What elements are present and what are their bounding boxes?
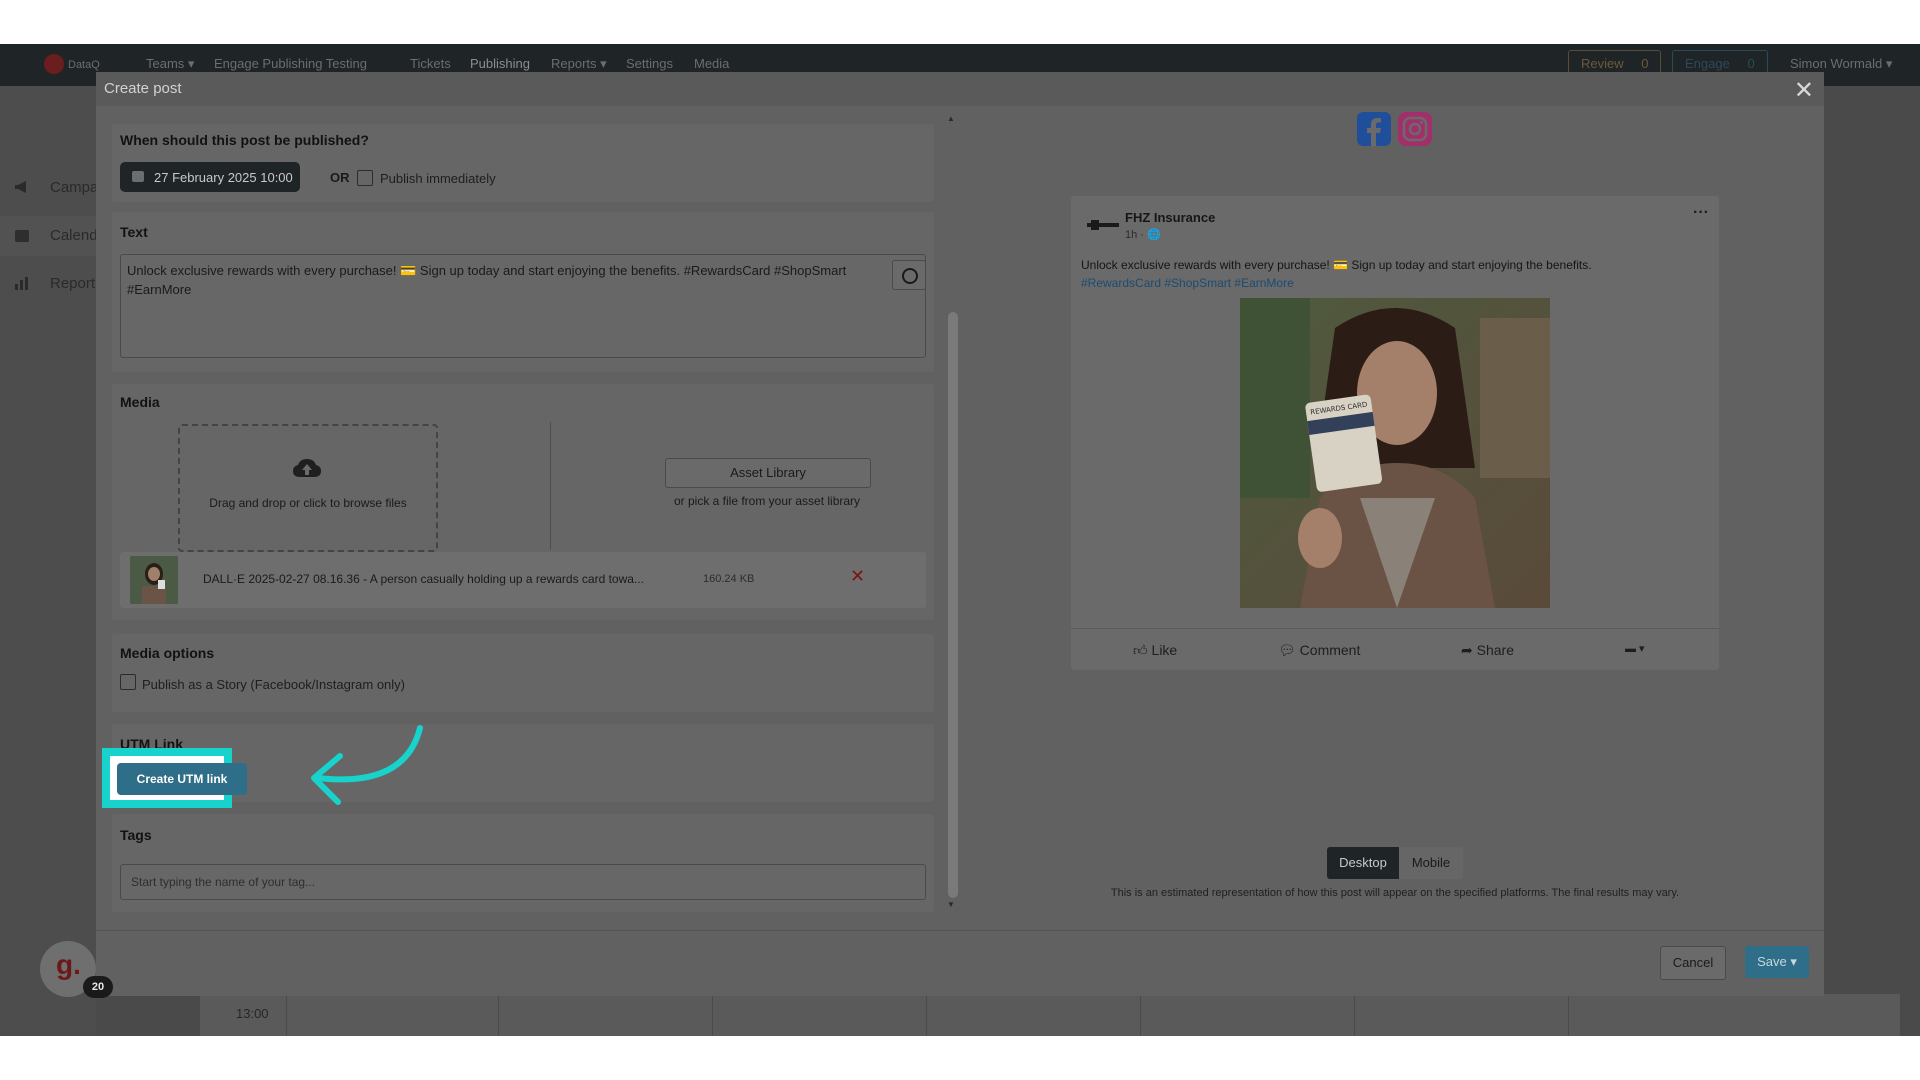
comment-label: Comment (1299, 642, 1361, 658)
file-size: 160.24 KB (703, 573, 755, 585)
create-post-modal: Create post ✕ When should this post be p… (96, 72, 1824, 996)
cloud-upload-icon (293, 459, 321, 477)
scroll-down-arrow-icon[interactable]: ▼ (947, 900, 955, 909)
text-title: Text (120, 224, 148, 240)
nav-media[interactable]: Media (694, 56, 729, 71)
nav-teams[interactable]: Teams ▾ (146, 56, 194, 72)
comment-button[interactable]: 💬︎ Comment (1278, 642, 1360, 659)
text-section: Text (112, 212, 934, 372)
modal-header: Create post ✕ (96, 72, 1824, 106)
or-label: OR (330, 170, 350, 185)
chat-widget-logo: g. (56, 949, 81, 980)
scroll-up-arrow-icon[interactable]: ▲ (947, 114, 955, 123)
media-divider (550, 422, 551, 550)
share-icon: ➦ (1461, 642, 1473, 658)
review-label: Review (1581, 56, 1624, 71)
chat-notification-badge: 20 (83, 976, 113, 998)
remove-file-icon[interactable]: ✕ (850, 566, 865, 587)
facebook-icon[interactable] (1357, 112, 1391, 146)
preview-text-main: Unlock exclusive rewards with every purc… (1081, 258, 1592, 272)
post-preview-card: FHZ Insurance 1h · 🌐 ··· Unlock exclusiv… (1071, 196, 1719, 670)
sidebar-item-campaigns[interactable]: Campa (0, 168, 99, 208)
like-label: Like (1151, 642, 1178, 658)
cancel-button[interactable]: Cancel (1660, 946, 1726, 980)
nav-tickets[interactable]: Tickets (410, 56, 451, 71)
publish-as-story-label[interactable]: Publish as a Story (Facebook/Instagram o… (142, 677, 405, 692)
modal-footer-divider (96, 930, 1824, 931)
instagram-icon[interactable] (1398, 112, 1432, 146)
preview-disclaimer: This is an estimated representation of h… (1110, 887, 1680, 899)
media-section: Media Drag and drop or click to browse f… (112, 384, 934, 620)
media-options-title: Media options (120, 645, 215, 661)
media-title: Media (120, 394, 160, 410)
emoji-button[interactable] (892, 260, 926, 290)
preview-page-name: FHZ Insurance (1125, 210, 1216, 225)
sidebar-item-label: Campa (50, 179, 99, 196)
create-utm-link-button[interactable]: Create UTM link (117, 763, 247, 795)
megaphone-icon (15, 181, 26, 193)
file-name: DALL·E 2025-02-27 08.16.36 - A person ca… (203, 572, 644, 586)
review-count: 0 (1641, 56, 1649, 71)
mobile-toggle[interactable]: Mobile (1399, 847, 1463, 879)
calendar-icon (15, 230, 29, 242)
nav-settings[interactable]: Settings (626, 56, 673, 71)
like-button[interactable]: 👍︎ Like (1133, 642, 1177, 659)
sidebar: Campa Calend Report (0, 86, 99, 1036)
smiley-icon (902, 268, 918, 284)
schedule-section: When should this post be published? 27 F… (112, 124, 934, 202)
tags-section: Tags (112, 814, 934, 912)
schedule-title: When should this post be published? (120, 132, 369, 148)
close-icon[interactable]: ✕ (1794, 76, 1814, 105)
sidebar-item-reports[interactable]: Report (0, 264, 96, 304)
publish-immediately-checkbox[interactable] (357, 170, 373, 186)
share-button[interactable]: ➦ Share (1461, 642, 1514, 659)
sidebar-item-calendar[interactable]: Calend (0, 216, 98, 256)
sidebar-item-label: Calend (50, 227, 98, 244)
publish-as-story-checkbox[interactable] (120, 674, 136, 690)
preview-hashtags: #RewardsCard #ShopSmart #EarnMore (1081, 276, 1294, 290)
asset-library-button[interactable]: Asset Library (665, 458, 871, 488)
desktop-toggle[interactable]: Desktop (1327, 847, 1399, 879)
nav-publishing[interactable]: Publishing (470, 56, 530, 71)
tags-title: Tags (120, 827, 152, 843)
save-button[interactable]: Save ▾ (1745, 946, 1809, 978)
preview-post-text: Unlock exclusive rewards with every purc… (1081, 256, 1711, 292)
date-picker-button[interactable]: 27 February 2025 10:00 (120, 162, 300, 192)
preview-image: REWARDS CARD (1240, 298, 1550, 608)
publish-immediately-label[interactable]: Publish immediately (380, 171, 496, 186)
preview-timestamp: 1h · 🌐 (1125, 229, 1161, 241)
brand-name[interactable]: DataQ (68, 59, 100, 71)
dropzone-text: Drag and drop or click to browse files (209, 496, 407, 510)
left-panel-scrollbar[interactable] (948, 312, 958, 898)
uploaded-file-row: DALL·E 2025-02-27 08.16.36 - A person ca… (120, 552, 926, 608)
calendar-time-label: 13:00 (236, 1006, 269, 1021)
calendar-grid (200, 994, 1900, 1036)
preview-actions-bar: 👍︎ Like 💬︎ Comment ➦ Share ▬ ▾ (1071, 628, 1719, 671)
more-options-icon[interactable]: ··· (1693, 204, 1709, 222)
page-logo-icon (1087, 220, 1119, 230)
nav-engage-publishing-testing[interactable]: Engage Publishing Testing (214, 56, 367, 71)
file-dropzone[interactable]: Drag and drop or click to browse files (178, 424, 438, 552)
engage-count: 0 (1747, 56, 1755, 71)
asset-library-subtext: or pick a file from your asset library (673, 494, 861, 508)
media-options-section: Media options Publish as a Story (Facebo… (112, 634, 934, 712)
audience-dropdown-icon[interactable]: ▬ ▾ (1625, 642, 1645, 655)
engage-label: Engage (1685, 56, 1730, 71)
modal-title: Create post (104, 80, 182, 97)
file-thumbnail (130, 556, 178, 604)
brand-logo-icon[interactable] (44, 54, 64, 74)
date-value: 27 February 2025 10:00 (154, 170, 293, 185)
bar-chart-icon (15, 277, 28, 290)
user-menu[interactable]: Simon Wormald ▾ (1790, 56, 1892, 72)
calendar-icon (132, 171, 144, 182)
post-text-input[interactable] (120, 254, 926, 358)
sidebar-item-label: Report (50, 275, 96, 292)
tags-input[interactable] (120, 864, 926, 900)
nav-reports[interactable]: Reports ▾ (551, 56, 607, 72)
annotation-arrow-icon (311, 725, 423, 805)
share-label: Share (1476, 642, 1514, 658)
thumbs-up-icon: 👍︎ (1133, 642, 1148, 658)
comment-icon: 💬︎ (1278, 642, 1296, 658)
